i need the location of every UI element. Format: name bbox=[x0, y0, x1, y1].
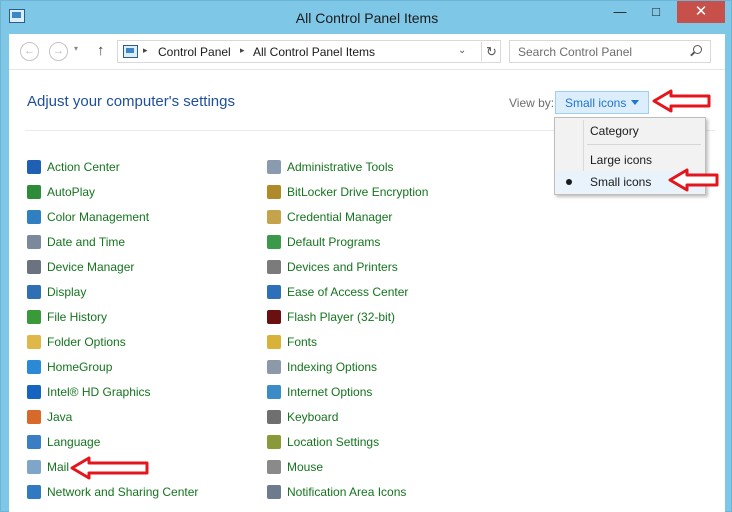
mouse-icon bbox=[267, 460, 281, 474]
selected-bullet-icon bbox=[566, 179, 572, 185]
maximize-button[interactable]: □ bbox=[641, 1, 671, 23]
view-by-label: View by: bbox=[509, 96, 555, 110]
menu-item-label: Small icons bbox=[590, 175, 652, 189]
location-icon bbox=[267, 435, 281, 449]
item-label: Location Settings bbox=[287, 435, 380, 449]
search-box[interactable]: Search Control Panel bbox=[509, 40, 711, 63]
menu-item-category[interactable]: Category bbox=[556, 120, 704, 142]
item-label: Color Management bbox=[47, 210, 150, 224]
item-label: File History bbox=[47, 310, 108, 324]
intel-graphics-icon bbox=[27, 385, 41, 399]
view-by-dropdown[interactable]: Small icons bbox=[555, 91, 649, 114]
breadcrumb-control-panel[interactable]: Control Panel bbox=[158, 45, 231, 59]
keyboard-icon bbox=[267, 410, 281, 424]
indexing-icon bbox=[267, 360, 281, 374]
monitor-icon bbox=[27, 285, 41, 299]
minimize-button[interactable]: — bbox=[605, 1, 635, 23]
breadcrumb-all-items[interactable]: All Control Panel Items bbox=[253, 45, 375, 59]
java-icon bbox=[27, 410, 41, 424]
autoplay-icon bbox=[27, 185, 41, 199]
item-label: Folder Options bbox=[47, 335, 126, 349]
item-label: Display bbox=[47, 285, 87, 299]
item-label: Date and Time bbox=[47, 235, 126, 249]
homegroup-icon bbox=[27, 360, 41, 374]
fonts-icon bbox=[267, 335, 281, 349]
control-panel-icon bbox=[123, 45, 138, 58]
item-label: Keyboard bbox=[287, 410, 339, 424]
back-button[interactable]: ← bbox=[20, 42, 39, 61]
item-label: Fonts bbox=[287, 335, 318, 349]
credential-icon bbox=[267, 210, 281, 224]
item-label: Administrative Tools bbox=[287, 160, 394, 174]
clock-icon bbox=[27, 235, 41, 249]
item-label: Indexing Options bbox=[287, 360, 378, 374]
item-label: Mail bbox=[47, 460, 70, 474]
refresh-button[interactable]: ↻ bbox=[481, 42, 501, 61]
ease-of-access-icon bbox=[267, 285, 281, 299]
network-icon bbox=[27, 485, 41, 499]
page-title: Adjust your computer's settings bbox=[27, 93, 235, 110]
item-label: Device Manager bbox=[47, 260, 135, 274]
title-bar[interactable]: All Control Panel Items — □ ✕ bbox=[1, 1, 732, 35]
breadcrumb-separator[interactable]: ▸ bbox=[143, 45, 148, 56]
item-label: Credential Manager bbox=[287, 210, 393, 224]
folder-icon bbox=[27, 335, 41, 349]
item-label: Notification Area Icons bbox=[287, 485, 407, 499]
bitlocker-icon bbox=[267, 185, 281, 199]
address-toolbar: ← → ▾ ↑ ▸ Control Panel ▸ All Control Pa… bbox=[9, 34, 725, 70]
control-panel-window: All Control Panel Items — □ ✕ ← → ▾ ↑ ▸ … bbox=[0, 0, 732, 512]
admin-tools-icon bbox=[267, 160, 281, 174]
device-manager-icon bbox=[27, 260, 41, 274]
item-label: Default Programs bbox=[287, 235, 381, 249]
chevron-down-icon bbox=[631, 100, 639, 105]
flag-icon bbox=[27, 160, 41, 174]
recent-locations-button[interactable]: ▾ bbox=[74, 44, 78, 53]
menu-separator bbox=[587, 144, 701, 145]
item-label: AutoPlay bbox=[47, 185, 96, 199]
item-label: BitLocker Drive Encryption bbox=[287, 185, 429, 199]
language-icon bbox=[27, 435, 41, 449]
menu-item-label: Large icons bbox=[590, 153, 653, 167]
printer-icon bbox=[267, 260, 281, 274]
item-label: Java bbox=[47, 410, 73, 424]
annotation-arrow-icon bbox=[652, 89, 711, 113]
item-label: Flash Player (32-bit) bbox=[287, 310, 396, 324]
internet-options-icon bbox=[267, 385, 281, 399]
search-placeholder: Search Control Panel bbox=[518, 45, 633, 59]
item-label: Language bbox=[47, 435, 101, 449]
item-label: Action Center bbox=[47, 160, 120, 174]
item-label: Internet Options bbox=[287, 385, 373, 399]
breadcrumb-separator[interactable]: ▸ bbox=[240, 45, 245, 56]
default-programs-icon bbox=[267, 235, 281, 249]
search-icon[interactable] bbox=[693, 45, 702, 54]
menu-item-label: Category bbox=[590, 124, 639, 138]
forward-button[interactable]: → bbox=[49, 42, 68, 61]
item-label: Ease of Access Center bbox=[287, 285, 409, 299]
address-bar[interactable]: ▸ Control Panel ▸ All Control Panel Item… bbox=[117, 40, 501, 63]
color-management-icon bbox=[27, 210, 41, 224]
annotation-arrow-icon bbox=[668, 168, 719, 192]
content-area: ← → ▾ ↑ ▸ Control Panel ▸ All Control Pa… bbox=[9, 34, 725, 512]
item-label: Network and Sharing Center bbox=[47, 485, 199, 499]
close-button[interactable]: ✕ bbox=[677, 1, 725, 23]
item-label: Devices and Printers bbox=[287, 260, 398, 274]
notification-icon bbox=[267, 485, 281, 499]
item-label: HomeGroup bbox=[47, 360, 113, 374]
item-label: Mouse bbox=[287, 460, 324, 474]
item-label: Intel® HD Graphics bbox=[47, 385, 151, 399]
flash-icon bbox=[267, 310, 281, 324]
file-history-icon bbox=[27, 310, 41, 324]
view-by-value: Small icons bbox=[565, 96, 627, 110]
mail-icon bbox=[27, 460, 41, 474]
address-dropdown-button[interactable]: ⌄ bbox=[458, 45, 466, 56]
up-button[interactable]: ↑ bbox=[97, 42, 105, 59]
annotation-arrow-icon bbox=[70, 456, 149, 480]
